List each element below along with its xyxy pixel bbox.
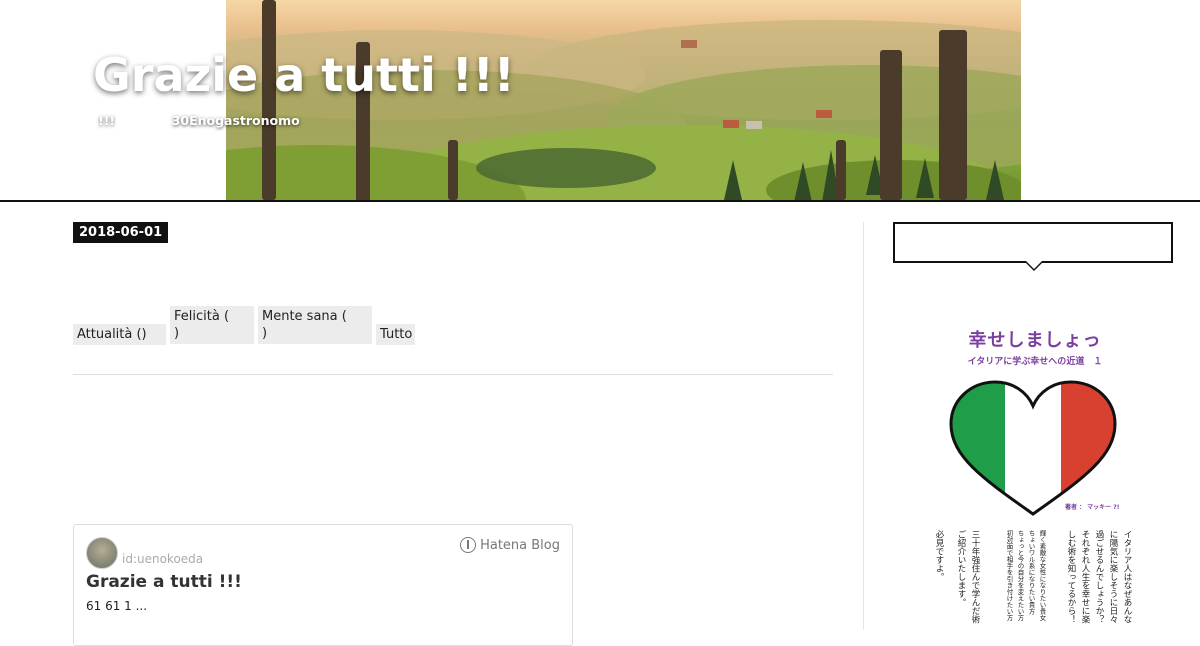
sidebar-divider — [863, 222, 864, 630]
category-mente-sana[interactable]: Mente sana ( ) — [258, 306, 372, 344]
embed-summary: 61 61 1 ... — [86, 599, 148, 613]
entry-date-link[interactable]: 2018-06-01 — [73, 222, 169, 243]
book-text-line: 過ごせるんでしょうか？ — [1094, 530, 1104, 624]
italy-heart-icon — [949, 380, 1117, 516]
category-felicita[interactable]: Felicità ( ) — [170, 306, 254, 344]
book-cover-image[interactable]: 幸せしましょっ イタリアに学ぶ幸せへの近道 １ 著者 ： マッキー ?! イタリ… — [925, 320, 1145, 630]
category-attualita[interactable]: Attualità () — [73, 324, 166, 345]
book-text-line: 三十年強住んで学んだ術 — [970, 530, 980, 624]
hatena-blog-logo[interactable]: Hatena Blog — [460, 537, 560, 553]
entry-categories: Attualità () Felicità ( ) Mente sana ( )… — [73, 306, 833, 345]
blog-card-embed[interactable]: id:uenokoeda Hatena Blog Grazie a tutti … — [73, 524, 573, 646]
blog-description: !!! 30Enogastronomo — [98, 113, 300, 128]
embed-title-link[interactable]: Grazie a tutti !!! — [86, 572, 242, 592]
book-text-line: 輝く素敵な女性になりたい貴女 — [1038, 530, 1046, 621]
embed-user-id[interactable]: id:uenokoeda — [122, 552, 203, 566]
search-input[interactable] — [895, 224, 1171, 261]
book-text-line: イタリア人はなぜあんな — [1122, 530, 1132, 624]
blog-header: Grazie a tutti !!! !!! 30Enogastronomo — [0, 0, 1200, 202]
hatena-logo-text: Hatena Blog — [480, 537, 560, 553]
blog-title-link[interactable]: Grazie a tutti !!! — [93, 48, 515, 102]
search-box-pointer-fill — [1026, 261, 1042, 269]
avatar[interactable] — [86, 537, 118, 569]
book-text-line: に陽気に楽しそうに日々 — [1108, 530, 1118, 624]
book-title: 幸せしましょっ — [968, 330, 1102, 351]
book-subtitle: イタリアに学ぶ幸せへの近道 １ — [967, 357, 1103, 367]
book-text-line: しむ術を知ってるから！ — [1066, 530, 1076, 624]
book-text-line: 初対面で相手を引き付けたい方 — [1005, 530, 1013, 621]
book-text-line: ちょいワル系になりたい貴方 — [1027, 530, 1035, 615]
search-box[interactable] — [893, 222, 1173, 263]
entry-divider — [73, 374, 833, 375]
book-text-line: ちょっと今の自分を変えたい方 — [1016, 530, 1024, 621]
category-tutto[interactable]: Tutto — [376, 324, 415, 345]
book-text-line: 必見ですよ。 — [934, 530, 944, 581]
hatena-logo-icon — [460, 537, 477, 553]
book-text-line: ご紹介いたします。 — [956, 530, 966, 607]
book-author: 著者 ： マッキー ?! — [1065, 504, 1120, 511]
book-text-line: それぞれ人生を幸せに楽 — [1080, 530, 1090, 624]
